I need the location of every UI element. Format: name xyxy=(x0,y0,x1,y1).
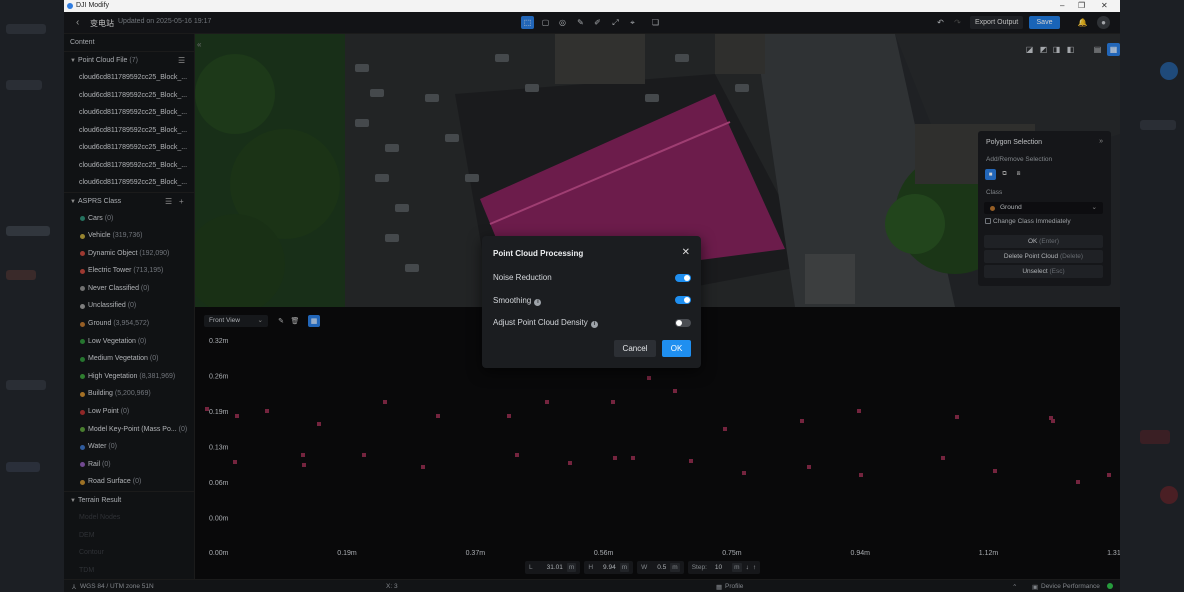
title-bar: DJI Modify – ❐ ✕ xyxy=(64,0,1120,12)
noise-reduction-row: Noise Reduction xyxy=(493,273,552,282)
info-icon[interactable]: i xyxy=(534,299,542,306)
background-desktop-left xyxy=(0,0,64,592)
app-logo-icon xyxy=(67,3,73,9)
background-desktop-right xyxy=(1120,0,1184,592)
noise-reduction-toggle[interactable] xyxy=(675,274,691,282)
noise-reduction-label: Noise Reduction xyxy=(493,273,552,282)
ok-button[interactable]: OK xyxy=(662,340,691,357)
minimize-icon[interactable]: – xyxy=(1060,1,1064,10)
maximize-icon[interactable]: ❐ xyxy=(1078,1,1085,10)
info-icon[interactable]: i xyxy=(590,321,598,328)
point-cloud-processing-dialog: Point Cloud Processing ✕ Noise Reduction… xyxy=(482,236,701,368)
close-icon[interactable]: ✕ xyxy=(682,247,690,258)
cancel-button[interactable]: Cancel xyxy=(614,340,656,357)
window-title: DJI Modify xyxy=(76,2,110,9)
smoothing-row: Smoothing i xyxy=(493,296,542,306)
smoothing-toggle[interactable] xyxy=(675,296,691,304)
adjust-density-row: Adjust Point Cloud Density i xyxy=(493,318,598,328)
dialog-title: Point Cloud Processing xyxy=(493,249,584,258)
adjust-density-label: Adjust Point Cloud Density xyxy=(493,318,588,327)
close-window-icon[interactable]: ✕ xyxy=(1101,1,1108,10)
adjust-density-toggle[interactable] xyxy=(675,319,691,327)
smoothing-label: Smoothing xyxy=(493,296,532,305)
